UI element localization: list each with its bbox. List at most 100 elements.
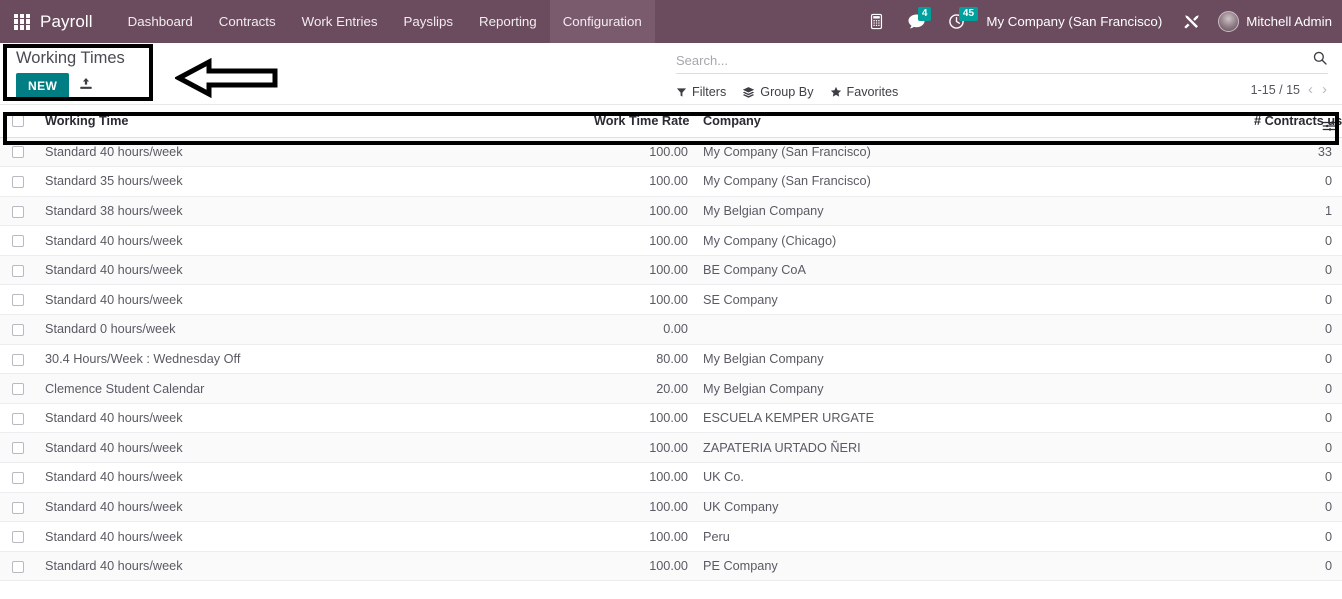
- row-select-cell[interactable]: [0, 462, 36, 493]
- app-root: Payroll Dashboard Contracts Work Entries…: [0, 0, 1342, 599]
- row-checkbox[interactable]: [12, 412, 24, 425]
- cell-company: ZAPATERIA URTADO ÑERI: [694, 432, 1254, 464]
- cell-company: ESCUELA KEMPER URGATE: [694, 403, 1254, 434]
- row-checkbox[interactable]: [12, 383, 24, 396]
- column-header-work-time-rate[interactable]: Work Time Rate: [594, 105, 694, 138]
- header-row: Working Time Work Time Rate Company # Co…: [0, 105, 1342, 138]
- nav-item-contracts[interactable]: Contracts: [206, 0, 289, 43]
- row-checkbox[interactable]: [12, 146, 24, 159]
- table-row[interactable]: Standard 40 hours/week 100.00 ESCUELA KEMP…: [0, 403, 1342, 434]
- messages-counter[interactable]: 4: [896, 0, 937, 43]
- table-row[interactable]: Standard 40 hours/week 100.00 My Company (…: [0, 137, 1342, 168]
- nav-item-reporting[interactable]: Reporting: [466, 0, 550, 43]
- row-select-cell[interactable]: [0, 255, 36, 286]
- layers-icon: [743, 86, 755, 98]
- row-checkbox[interactable]: [12, 353, 24, 366]
- cell-company: PE Company: [694, 551, 1254, 582]
- search-magnifier-icon[interactable]: [1312, 50, 1328, 73]
- table-row[interactable]: Standard 0 hours/week 0.00 0: [0, 314, 1342, 345]
- nav-item-payslips[interactable]: Payslips: [391, 0, 467, 43]
- row-select-cell[interactable]: [0, 521, 36, 552]
- cell-work-time-rate: 0.00: [594, 314, 694, 345]
- cell-work-time-rate: 100.00: [594, 255, 694, 286]
- row-select-cell[interactable]: [0, 196, 36, 227]
- row-select-cell[interactable]: [0, 344, 36, 375]
- table-row[interactable]: Standard 40 hours/week 100.00 SE Company 0: [0, 284, 1342, 316]
- column-header-company[interactable]: Company: [694, 105, 1254, 138]
- table-row[interactable]: Standard 38 hours/week 100.00 My Belgian C…: [0, 196, 1342, 227]
- filters-label: Filters: [692, 85, 727, 99]
- table-row[interactable]: Standard 40 hours/week 100.00 BE Company C…: [0, 255, 1342, 286]
- search-input[interactable]: [676, 52, 1312, 70]
- table-row[interactable]: 30.4 Hours/Week : Wednesday Off 80.00 My B…: [0, 344, 1342, 375]
- filters-dropdown[interactable]: Filters: [676, 85, 726, 99]
- cell-company: BE Company CoA: [694, 255, 1254, 286]
- row-select-cell[interactable]: [0, 551, 36, 582]
- cell-work-time-rate: 100.00: [594, 284, 694, 316]
- new-record-button[interactable]: NEW: [16, 73, 70, 99]
- row-checkbox[interactable]: [12, 235, 24, 248]
- favorites-dropdown[interactable]: Favorites: [830, 85, 898, 99]
- row-select-cell[interactable]: [0, 432, 36, 464]
- control-panel: Working Times NEW Search... Filters Grou…: [0, 43, 1342, 105]
- row-checkbox[interactable]: [12, 294, 24, 307]
- row-checkbox[interactable]: [12, 560, 24, 573]
- activities-clock-icon[interactable]: 45: [937, 0, 978, 43]
- select-all-header[interactable]: [0, 105, 36, 138]
- table-row[interactable]: Clemence Student Calendar 20.00 My Belgian…: [0, 373, 1342, 404]
- row-checkbox[interactable]: [12, 205, 24, 218]
- table-row[interactable]: Standard 40 hours/week 100.00 UK Company 0: [0, 492, 1342, 523]
- row-checkbox[interactable]: [12, 176, 24, 189]
- import-upload-icon[interactable]: [78, 76, 94, 97]
- debug-tools-icon[interactable]: [1172, 0, 1212, 43]
- breadcrumb-and-actions: Working Times NEW: [12, 47, 272, 99]
- telephone-icon[interactable]: [857, 0, 896, 43]
- table-row[interactable]: Standard 40 hours/week 100.00 UK Co. 0: [0, 462, 1342, 493]
- pager-next-icon[interactable]: ›: [1321, 82, 1328, 97]
- page-title: Working Times: [16, 49, 125, 67]
- column-header-working-time[interactable]: Working Time: [36, 105, 594, 138]
- row-select-cell[interactable]: [0, 314, 36, 345]
- column-settings-sliders-icon[interactable]: [1322, 119, 1336, 138]
- row-select-cell[interactable]: [0, 403, 36, 434]
- table-row[interactable]: Standard 40 hours/week 100.00 ZAPATERIA UR…: [0, 432, 1342, 464]
- row-select-cell[interactable]: [0, 373, 36, 404]
- star-icon: [830, 86, 841, 97]
- cell-work-time-rate: 100.00: [594, 462, 694, 493]
- row-select-cell[interactable]: [0, 166, 36, 197]
- table-row[interactable]: Standard 40 hours/week 100.00 PE Company 0: [0, 551, 1342, 582]
- row-checkbox[interactable]: [12, 531, 24, 544]
- row-select-cell[interactable]: [0, 492, 36, 523]
- cell-working-time: Standard 40 hours/week: [36, 284, 594, 316]
- nav-item-configuration[interactable]: Configuration: [549, 0, 655, 43]
- row-checkbox[interactable]: [12, 501, 24, 514]
- row-checkbox[interactable]: [12, 264, 24, 277]
- group-by-dropdown[interactable]: Group By: [742, 85, 814, 99]
- search-bar[interactable]: [676, 49, 1328, 74]
- row-select-cell[interactable]: [0, 284, 36, 316]
- pager-previous-icon[interactable]: ‹: [1307, 82, 1314, 97]
- table-row[interactable]: Standard 35 hours/week 100.00 My Company (…: [0, 166, 1342, 197]
- cell-company: Peru: [694, 521, 1254, 552]
- cell-company: My Belgian Company: [694, 373, 1254, 404]
- user-name-label: Mitchell Admin: [1246, 14, 1332, 29]
- row-select-cell[interactable]: [0, 137, 36, 168]
- current-company-selector[interactable]: My Company (San Francisco): [976, 14, 1172, 29]
- row-checkbox[interactable]: [12, 442, 24, 455]
- cell-company: UK Company: [694, 492, 1254, 523]
- filter-toolbar: Filters Group By Favorites 1-15 / 15 ‹ ›: [676, 82, 1328, 102]
- cell-contracts-count: 33: [1254, 137, 1342, 168]
- row-select-cell[interactable]: [0, 225, 36, 256]
- row-checkbox[interactable]: [12, 471, 24, 484]
- nav-item-dashboard[interactable]: Dashboard: [115, 0, 206, 43]
- working-times-table: Working Time Work Time Rate Company # Co…: [0, 105, 1342, 582]
- table-row[interactable]: Standard 40 hours/week 100.00 Peru 0: [0, 521, 1342, 552]
- nav-item-work-entries[interactable]: Work Entries: [289, 0, 391, 43]
- apps-grid-icon[interactable]: [14, 13, 30, 30]
- app-brand-payroll[interactable]: Payroll: [40, 12, 93, 32]
- select-all-checkbox[interactable]: [12, 115, 24, 128]
- cell-working-time: Standard 35 hours/week: [36, 166, 594, 197]
- row-checkbox[interactable]: [12, 324, 24, 336]
- table-row[interactable]: Standard 40 hours/week 100.00 My Company (…: [0, 225, 1342, 256]
- user-menu[interactable]: Mitchell Admin: [1212, 11, 1342, 32]
